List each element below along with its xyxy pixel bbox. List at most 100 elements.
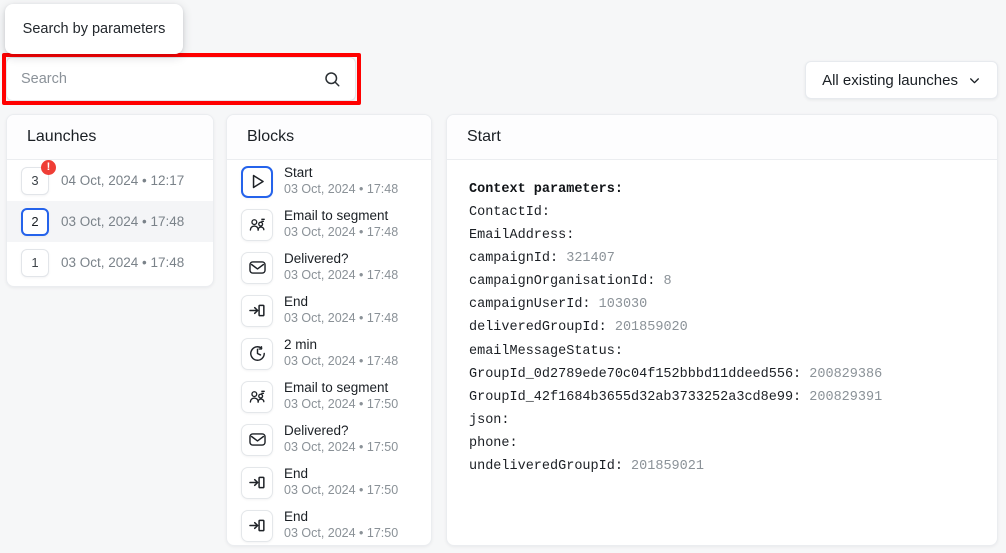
- chevron-down-icon: [968, 74, 981, 87]
- block-text: End 03 Oct, 2024 • 17:50: [284, 466, 398, 499]
- block-row[interactable]: End 03 Oct, 2024 • 17:48: [227, 289, 431, 332]
- launches-list: 3 04 Oct, 2024 • 12:17 2 03 Oct, 2024 • 17:…: [7, 159, 213, 283]
- launch-number-wrapper: 2: [21, 207, 49, 236]
- context-parameter-row: campaignUserId: 103030: [469, 293, 975, 316]
- launch-number-wrapper: 3: [21, 159, 56, 195]
- context-parameter-key: campaignUserId:: [469, 297, 591, 313]
- block-title: Email to segment: [284, 208, 389, 224]
- context-parameter-value: 8: [663, 274, 672, 290]
- context-parameter-row: undeliveredGroupId: 201859021: [469, 455, 975, 478]
- blocks-panel-title: Blocks: [247, 128, 295, 145]
- launch-date: 03 Oct, 2024 • 17:48: [61, 255, 185, 270]
- block-title: Delivered?: [284, 251, 349, 267]
- block-title: Delivered?: [284, 423, 349, 439]
- block-date: 03 Oct, 2024 • 17:48: [284, 311, 399, 326]
- context-parameters-title: Context parameters:: [469, 182, 623, 197]
- end-icon[interactable]: [241, 509, 273, 542]
- context-parameter-key: GroupId_0d2789ede70c04f152bbbd11ddeed556…: [469, 366, 802, 382]
- end-icon[interactable]: [241, 466, 273, 499]
- context-parameter-row: phone:: [469, 432, 975, 455]
- block-date: 03 Oct, 2024 • 17:48: [284, 182, 399, 197]
- block-text: Start 03 Oct, 2024 • 17:48: [284, 165, 398, 198]
- block-title: Email to segment: [284, 380, 389, 396]
- block-text: 2 min 03 Oct, 2024 • 17:48: [284, 337, 398, 370]
- context-parameter-value: 200829386: [809, 366, 883, 382]
- block-text: Delivered? 03 Oct, 2024 • 17:50: [284, 423, 398, 456]
- context-parameter-row: ContactId:: [469, 201, 975, 224]
- context-parameter-row: EmailAddress:: [469, 224, 975, 247]
- context-parameter-row: campaignId: 321407: [469, 247, 975, 270]
- error-badge-icon: [41, 159, 56, 175]
- context-parameter-key: undeliveredGroupId:: [469, 458, 623, 474]
- block-row[interactable]: Start 03 Oct, 2024 • 17:48: [227, 160, 431, 203]
- block-date: 03 Oct, 2024 • 17:50: [284, 483, 399, 498]
- page-root: Launch history Search by parameters All …: [0, 0, 1006, 553]
- context-parameter-key: json:: [469, 412, 510, 428]
- context-parameter-value: 201859020: [614, 320, 688, 336]
- block-row[interactable]: Delivered? 03 Oct, 2024 • 17:48: [227, 246, 431, 289]
- block-title: End: [284, 509, 309, 525]
- search-input[interactable]: [21, 71, 323, 87]
- block-date: 03 Oct, 2024 • 17:50: [284, 440, 399, 455]
- context-parameter-key: emailMessageStatus:: [469, 343, 623, 359]
- launches-panel-title: Launches: [27, 128, 97, 145]
- envelope-icon[interactable]: [241, 423, 273, 456]
- context-parameter-value: 321407: [566, 251, 615, 267]
- block-date: 03 Oct, 2024 • 17:48: [284, 225, 399, 240]
- context-parameter-value: 103030: [598, 297, 648, 313]
- block-date: 03 Oct, 2024 • 17:50: [284, 526, 399, 541]
- block-text: Email to segment 03 Oct, 2024 • 17:48: [284, 208, 398, 241]
- context-parameter-row: GroupId_0d2789ede70c04f152bbbd11ddeed556…: [469, 363, 975, 386]
- context-parameter-row: deliveredGroupId: 201859020: [469, 316, 975, 339]
- detail-panel-body: Context parameters: ContactId: EmailAddre…: [447, 160, 997, 496]
- block-text: End 03 Oct, 2024 • 17:48: [284, 294, 398, 327]
- launch-row[interactable]: 3 04 Oct, 2024 • 12:17: [7, 159, 213, 201]
- launch-date: 03 Oct, 2024 • 17:48: [61, 214, 185, 229]
- end-icon[interactable]: [241, 294, 273, 327]
- block-title: Start: [284, 165, 313, 181]
- block-title: End: [284, 466, 309, 482]
- block-row[interactable]: Email to segment 03 Oct, 2024 • 17:50: [227, 375, 431, 418]
- context-parameter-row: campaignOrganisationId: 8: [469, 270, 975, 293]
- launches-panel-header: Launches: [7, 115, 213, 160]
- block-row[interactable]: Delivered? 03 Oct, 2024 • 17:50: [227, 418, 431, 461]
- segment-icon[interactable]: [241, 208, 273, 241]
- launch-number-chip[interactable]: 2: [21, 207, 49, 236]
- block-row[interactable]: End 03 Oct, 2024 • 17:50: [227, 461, 431, 504]
- context-parameter-value: 200829391: [809, 389, 883, 405]
- search-box[interactable]: [6, 57, 356, 101]
- launch-number-wrapper: 1: [21, 248, 49, 277]
- context-parameter-key: ContactId:: [469, 205, 551, 221]
- search-icon[interactable]: [323, 70, 341, 88]
- envelope-icon[interactable]: [241, 251, 273, 284]
- detail-panel-title: Start: [467, 128, 501, 145]
- launch-filter-label: All existing launches: [822, 71, 958, 89]
- launch-date: 04 Oct, 2024 • 12:17: [61, 173, 185, 188]
- block-date: 03 Oct, 2024 • 17:50: [284, 397, 399, 412]
- block-row[interactable]: Email to segment 03 Oct, 2024 • 17:48: [227, 203, 431, 246]
- launch-number-chip[interactable]: 1: [21, 248, 49, 277]
- context-parameter-key: phone:: [469, 435, 518, 451]
- blocks-list: Start 03 Oct, 2024 • 17:48 Email to segmen…: [227, 160, 431, 545]
- segment-icon[interactable]: [241, 380, 273, 413]
- block-title: 2 min: [284, 337, 318, 353]
- block-row[interactable]: 2 min 03 Oct, 2024 • 17:48: [227, 332, 431, 375]
- play-icon[interactable]: [241, 165, 273, 198]
- blocks-panel-header: Blocks: [227, 115, 431, 160]
- block-text: Delivered? 03 Oct, 2024 • 17:48: [284, 251, 398, 284]
- context-parameter-value: 201859021: [631, 458, 704, 474]
- context-parameter-row: emailMessageStatus:: [469, 340, 975, 363]
- context-parameter-key: campaignId:: [469, 251, 559, 267]
- search-tooltip: Search by parameters: [5, 4, 183, 54]
- context-parameter-key: campaignOrganisationId:: [469, 274, 656, 290]
- clock-icon[interactable]: [241, 337, 273, 370]
- block-row[interactable]: End 03 Oct, 2024 • 17:50: [227, 504, 431, 545]
- launch-row[interactable]: 2 03 Oct, 2024 • 17:48: [7, 201, 213, 242]
- block-date: 03 Oct, 2024 • 17:48: [284, 354, 399, 369]
- block-detail-panel: Start Context parameters: ContactId: Emai…: [446, 114, 998, 546]
- context-parameters-list: ContactId: EmailAddress: campaignId: 32140…: [469, 201, 975, 478]
- launch-row[interactable]: 1 03 Oct, 2024 • 17:48: [7, 242, 213, 283]
- detail-panel-header: Start: [447, 115, 997, 160]
- launches-panel: Launches 3 04 Oct, 2024 • 12:17 2 03 Oct, 2…: [6, 114, 214, 287]
- launch-filter-dropdown[interactable]: All existing launches: [805, 61, 998, 99]
